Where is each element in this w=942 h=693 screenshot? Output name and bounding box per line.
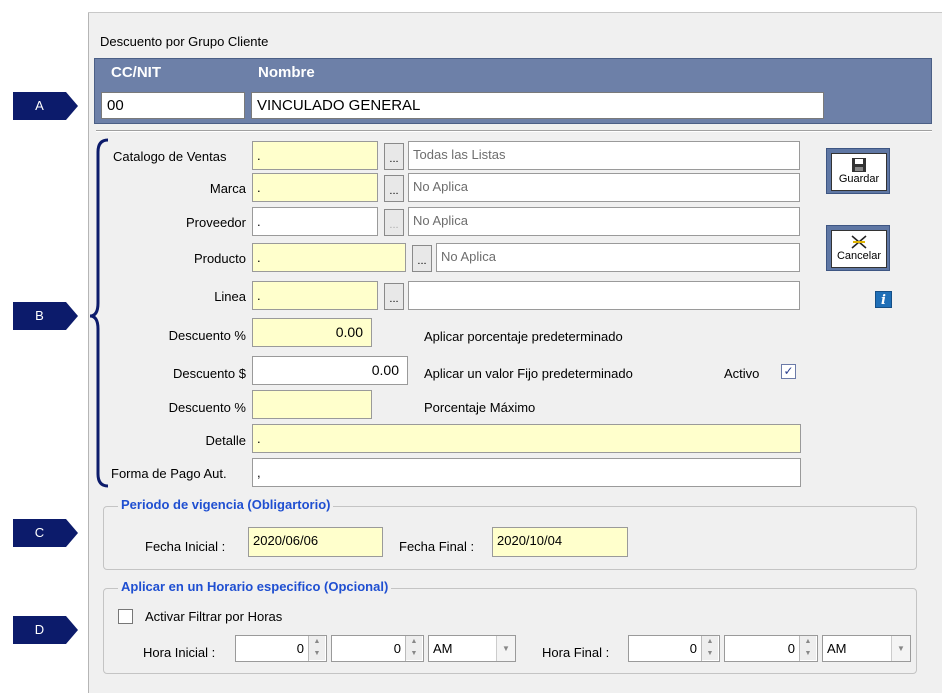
descuento-pct-note: Aplicar porcentaje predeterminado — [424, 329, 623, 344]
producto-desc-field: No Aplica — [436, 243, 800, 272]
descuento-max-note: Porcentaje Máximo — [424, 400, 536, 415]
hora-inicial-hour-spinner[interactable]: 0 ▲ ▼ — [235, 635, 327, 662]
marca-label: Marca — [209, 181, 246, 196]
spin-down-icon[interactable]: ▼ — [309, 648, 325, 660]
marca-desc-field: No Aplica — [408, 173, 800, 202]
marca-code-field[interactable]: . — [252, 173, 378, 202]
fecha-inicial-field[interactable]: 2020/06/06 — [248, 527, 383, 557]
info-icon[interactable]: i — [875, 291, 892, 308]
hora-final-min-value: 0 — [787, 641, 795, 656]
hora-final-label: Hora Final : — [542, 645, 610, 660]
fecha-inicial-label: Fecha Inicial : — [145, 539, 226, 554]
descuento-val-label: Descuento $ — [173, 366, 246, 381]
cancel-label: Cancelar — [836, 250, 882, 262]
catalogo-desc-field: Todas las Listas — [408, 141, 800, 170]
catalogo-label: Catalogo de Ventas — [113, 149, 227, 164]
producto-label: Producto — [193, 251, 246, 266]
proveedor-code-field[interactable]: . — [252, 207, 378, 236]
forma-pago-label: Forma de Pago Aut. — [111, 466, 227, 481]
cancel-button[interactable]: Cancelar — [826, 225, 890, 271]
vigencia-title: Periodo de vigencia (Obligartorio) — [118, 497, 334, 512]
horario-title: Aplicar en un Horario especifico (Opcion… — [118, 579, 392, 594]
hora-final-hour-spinner[interactable]: 0 ▲ ▼ — [628, 635, 720, 662]
filtrar-horas-checkbox[interactable] — [118, 609, 133, 624]
window-title: Descuento por Grupo Cliente — [100, 34, 269, 49]
catalogo-code-field[interactable]: . — [252, 141, 378, 170]
floppy-icon — [852, 158, 866, 172]
hora-inicial-hour-value: 0 — [296, 641, 304, 656]
detalle-field[interactable]: . — [252, 424, 801, 453]
forma-pago-field[interactable]: , — [252, 458, 801, 487]
descuento-val-note: Aplicar un valor Fijo predeterminado — [424, 366, 633, 381]
linea-label: Linea — [214, 289, 246, 304]
marker-d: D — [13, 616, 78, 644]
spin-down-icon[interactable]: ▼ — [702, 648, 718, 660]
hora-final-ampm-value: AM — [827, 641, 847, 656]
marker-c: C — [13, 519, 78, 547]
activo-checkbox[interactable]: ✓ — [781, 364, 796, 379]
cancel-x-icon — [851, 235, 867, 249]
hora-final-ampm-select[interactable]: AM ▼ — [822, 635, 911, 662]
descuento-max-label: Descuento % — [168, 400, 246, 415]
producto-code-field[interactable]: . — [252, 243, 406, 272]
descuento-pct-label: Descuento % — [168, 328, 246, 343]
chevron-down-icon[interactable]: ▼ — [496, 636, 515, 661]
activo-label: Activo — [724, 366, 760, 381]
hora-inicial-min-spinner[interactable]: 0 ▲ ▼ — [331, 635, 424, 662]
producto-lookup-button[interactable]: ... — [412, 245, 432, 272]
header-separator — [96, 130, 932, 132]
detalle-label: Detalle — [205, 433, 246, 448]
hora-inicial-label: Hora Inicial : — [143, 645, 216, 660]
hora-final-hour-value: 0 — [689, 641, 697, 656]
cc-nit-field[interactable]: 00 — [101, 92, 245, 119]
save-label: Guardar — [838, 173, 880, 185]
marca-lookup-button[interactable]: ... — [384, 175, 404, 202]
filtrar-horas-label: Activar Filtrar por Horas — [145, 609, 283, 624]
proveedor-desc-field: No Aplica — [408, 207, 800, 236]
cc-nit-label: CC/NIT — [111, 64, 161, 81]
descuento-pct-field[interactable]: 0.00 — [252, 318, 372, 347]
descuento-max-field[interactable] — [252, 390, 372, 419]
hora-inicial-ampm-select[interactable]: AM ▼ — [428, 635, 516, 662]
fecha-final-field[interactable]: 2020/10/04 — [492, 527, 628, 557]
linea-desc-field — [408, 281, 800, 310]
fecha-final-label: Fecha Final : — [399, 539, 475, 554]
hora-final-min-spinner[interactable]: 0 ▲ ▼ — [724, 635, 818, 662]
catalogo-lookup-button[interactable]: ... — [384, 143, 404, 170]
spin-down-icon[interactable]: ▼ — [800, 648, 816, 660]
proveedor-lookup-button[interactable]: ... — [384, 209, 404, 236]
chevron-down-icon[interactable]: ▼ — [891, 636, 910, 661]
section-b-brace — [89, 138, 109, 488]
nombre-label: Nombre — [258, 64, 315, 81]
proveedor-label: Proveedor — [186, 215, 246, 230]
nombre-field[interactable]: VINCULADO GENERAL — [251, 92, 824, 119]
linea-lookup-button[interactable]: ... — [384, 283, 404, 310]
save-button[interactable]: Guardar — [826, 148, 890, 194]
linea-code-field[interactable]: . — [252, 281, 378, 310]
descuento-val-field[interactable]: 0.00 — [252, 356, 408, 385]
spin-down-icon[interactable]: ▼ — [406, 648, 422, 660]
hora-inicial-min-value: 0 — [393, 641, 401, 656]
marker-b: B — [13, 302, 78, 330]
marker-a: A — [13, 92, 78, 120]
hora-inicial-ampm-value: AM — [433, 641, 453, 656]
